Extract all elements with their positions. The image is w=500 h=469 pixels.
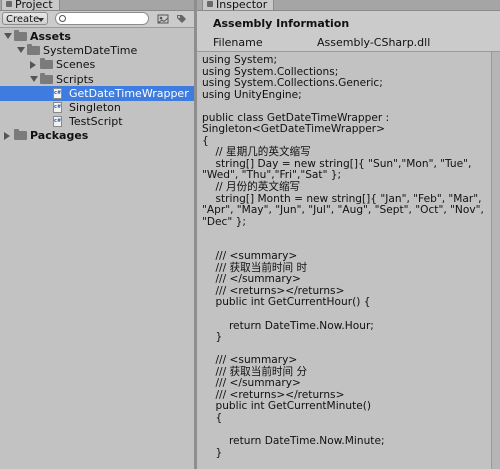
create-button-label: Create	[6, 14, 40, 25]
expand-closed-icon[interactable]	[30, 61, 36, 70]
code-line: // 月份的英文缩写	[202, 181, 301, 194]
tree-item[interactable]: c# GetDateTimeWrapper	[0, 85, 194, 101]
folder-icon	[14, 30, 27, 41]
expand-open-icon[interactable]	[30, 75, 38, 82]
inspector-tab-bar: Inspector	[197, 0, 500, 11]
project-tab-icon	[6, 1, 12, 7]
tab-inspector[interactable]: Inspector	[202, 0, 275, 11]
tree-item-label: Packages	[30, 129, 89, 143]
project-tab-bar: Project	[0, 0, 194, 11]
expand-open-icon[interactable]	[4, 33, 12, 39]
code-line: }	[202, 446, 223, 459]
tree-item[interactable]: Assets	[0, 29, 194, 44]
create-button[interactable]: Create	[2, 12, 48, 25]
inspector-tab-label: Inspector	[216, 0, 268, 11]
code-line: {	[202, 411, 223, 424]
code-line: return DateTime.Now.Hour;	[202, 319, 374, 332]
tree-item-label: GetDateTimeWrapper	[69, 86, 189, 100]
code-line: "Dec" };	[202, 215, 246, 228]
tree-item-label: Singleton	[69, 101, 121, 114]
filter-by-label-icon[interactable]	[175, 13, 187, 25]
chevron-down-icon	[38, 18, 44, 22]
tree-item-label: SystemDateTime	[43, 44, 138, 58]
project-tab-label: Project	[15, 0, 53, 11]
code-line: Singleton<GetDateTimeWrapper>	[202, 123, 385, 136]
code-line: "Apr", "May", "Jun", "Jul", "Aug", "Sept…	[202, 204, 484, 217]
assembly-title: Assembly Information	[213, 17, 350, 30]
code-line: public int GetCurrentMinute()	[202, 400, 372, 413]
filename-value: Assembly-CSharp.dll	[317, 36, 431, 49]
filename-label: Filename	[213, 36, 263, 49]
code-scrollbar[interactable]	[491, 52, 500, 469]
search-icon	[59, 15, 66, 22]
code-line: }	[202, 331, 223, 344]
inspector-tab-icon	[207, 1, 213, 7]
assembly-header: Assembly Information Filename Assembly-C…	[197, 11, 500, 52]
project-panel: Project Create Assets SystemDateTime Scene…	[0, 0, 194, 469]
tree-item[interactable]: Scenes	[0, 57, 194, 72]
folder-icon	[40, 58, 53, 70]
search-input[interactable]	[55, 12, 149, 25]
code-line: using UnityEngine;	[202, 88, 302, 101]
expand-open-icon[interactable]	[17, 47, 25, 54]
tree-item-label: Scripts	[56, 72, 94, 86]
filter-by-type-icon[interactable]	[157, 13, 169, 25]
code-line: public int GetCurrentHour() {	[202, 296, 371, 309]
tree-item[interactable]: c# TestScript	[0, 114, 194, 129]
folder-icon	[27, 44, 40, 56]
code-line: return DateTime.Now.Minute;	[202, 435, 385, 448]
code-line: using System.Collections.Generic;	[202, 77, 383, 90]
project-toolbar: Create	[0, 11, 194, 28]
tree-item-label: Scenes	[56, 58, 96, 72]
folder-icon	[40, 72, 53, 84]
csharp-script-icon: c#	[53, 102, 62, 113]
tree-item[interactable]: SystemDateTime	[0, 43, 194, 58]
tree-item[interactable]: Scripts	[0, 72, 194, 87]
tree-item-label: Assets	[30, 30, 71, 43]
tree-item-label: TestScript	[69, 115, 123, 129]
tree-item[interactable]: c# Singleton	[0, 100, 194, 115]
tab-project[interactable]: Project	[1, 0, 60, 10]
folder-icon	[14, 129, 27, 141]
csharp-script-icon: c#	[53, 116, 62, 128]
code-line: using System;	[202, 54, 278, 66]
tree-item[interactable]: Packages	[0, 128, 194, 143]
code-view[interactable]: using System; using System.Collections; us…	[197, 52, 491, 469]
csharp-script-icon: c#	[53, 87, 62, 99]
expand-closed-icon[interactable]	[4, 132, 10, 141]
inspector-panel: Inspector Assembly Information Filename …	[197, 0, 500, 469]
